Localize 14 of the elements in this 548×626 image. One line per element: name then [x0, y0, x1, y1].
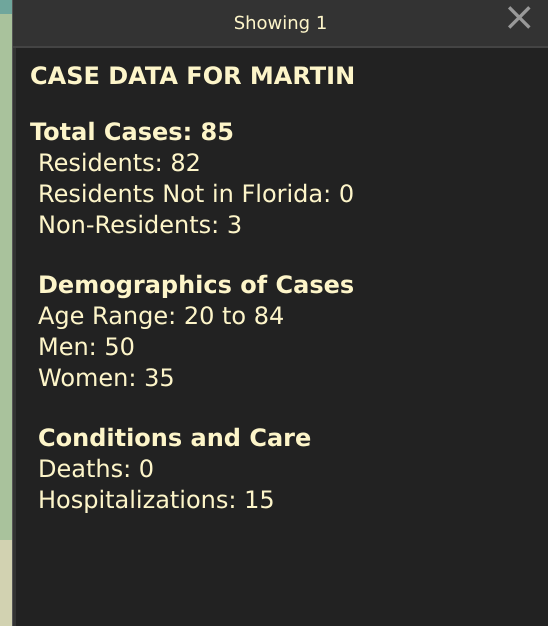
- data-line: Men: 50: [38, 332, 136, 363]
- data-line: Hospitalizations: 15: [38, 485, 276, 516]
- data-line: Residents: 82: [37, 148, 202, 179]
- section-heading: Conditions and Care: [38, 423, 312, 454]
- data-line: Deaths: 0: [38, 454, 156, 485]
- data-line: Residents Not in Florida: 0: [37, 179, 356, 210]
- section-heading: Total Cases: 85: [30, 117, 235, 148]
- close-button[interactable]: ×: [496, 0, 542, 34]
- data-line: Age Range: 20 to 84: [38, 301, 286, 332]
- section-heading: Demographics of Cases: [38, 270, 356, 301]
- case-title: CASE DATA FOR MARTIN: [30, 62, 356, 90]
- data-line: Women: 35: [38, 363, 176, 394]
- popup-title: Showing 1: [234, 12, 328, 34]
- data-line: Non-Residents: 3: [37, 210, 244, 241]
